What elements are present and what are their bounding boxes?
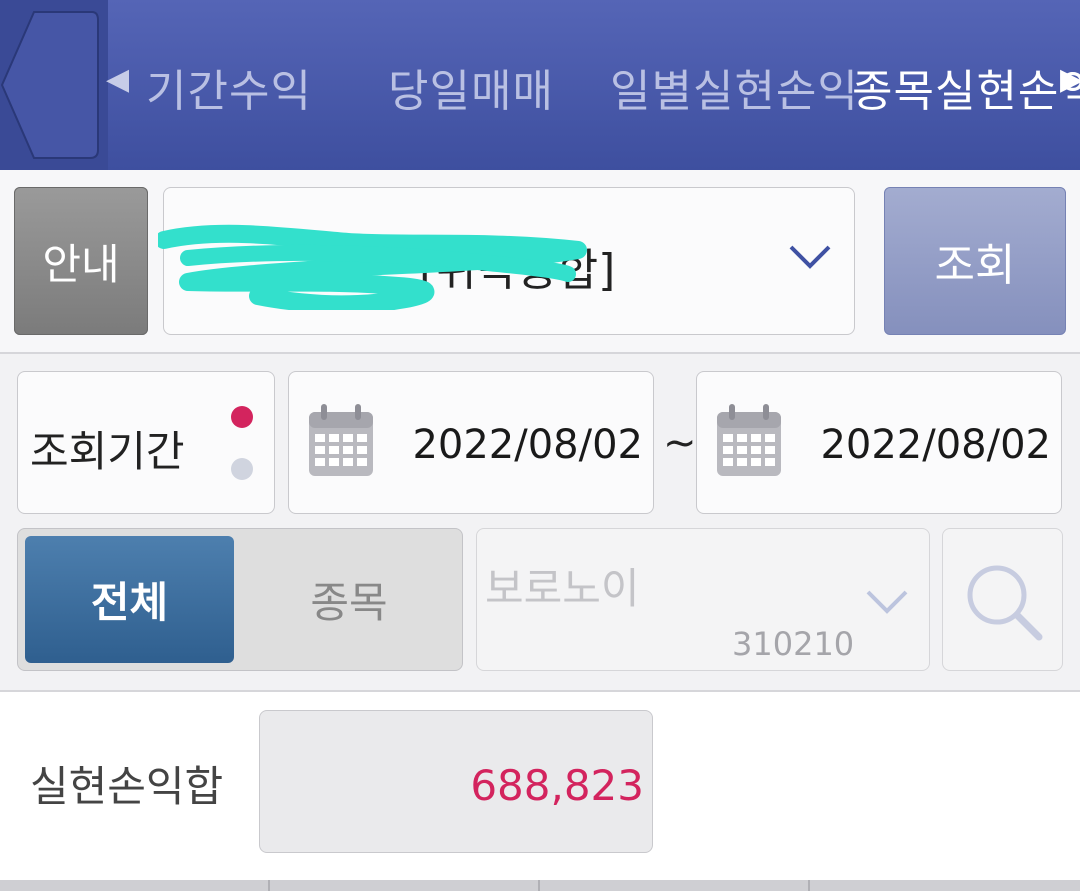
stock-dropdown[interactable]: 보로노이 310210 [476, 528, 930, 671]
column-divider [538, 880, 540, 891]
date-range-separator: ~ [663, 420, 697, 466]
end-date-field[interactable]: 2022/08/02 [696, 371, 1062, 514]
segment-stock-button[interactable]: 종목 [244, 536, 454, 663]
summary-value-box: 688,823 [259, 710, 653, 853]
stock-name: 보로노이 [485, 564, 640, 613]
tab-bar: ◀ 기간수익 당일매매 일별실현손익 종목실현손익 ▶ [0, 0, 1080, 170]
tab-daily-realized-pnl[interactable]: 일별실현손익 [610, 55, 859, 119]
period-label: 조회기간 [30, 427, 185, 476]
start-date-value: 2022/08/02 [412, 422, 643, 468]
redaction-scribble [158, 224, 587, 310]
calendar-icon [717, 404, 781, 476]
tab-period-profit[interactable]: 기간수익 [146, 55, 312, 119]
search-icon [967, 565, 1043, 641]
start-date-field[interactable]: 2022/08/02 [288, 371, 654, 514]
list-header-strip [0, 880, 1080, 891]
column-divider [268, 880, 270, 891]
account-dropdown[interactable]: [위탁종합] [158, 187, 855, 335]
back-arrow-icon [0, 11, 99, 159]
scope-segmented-control: 전체 종목 [17, 528, 463, 671]
tab-daily-trading[interactable]: 당일매매 [388, 55, 554, 119]
tabs-scroll-right-icon[interactable]: ▶ [1060, 62, 1080, 97]
query-button[interactable]: 조회 [884, 187, 1066, 335]
info-button[interactable]: 안내 [14, 187, 148, 335]
summary-label: 실현손익합 [30, 762, 224, 811]
tabs-scroll-left-icon[interactable]: ◀ [106, 62, 129, 97]
stock-code: 310210 [732, 625, 855, 663]
period-option-dot-inactive[interactable] [231, 458, 253, 480]
chevron-down-icon [789, 245, 831, 269]
stock-search-button[interactable] [942, 528, 1063, 671]
segment-all-button[interactable]: 전체 [25, 536, 234, 663]
chevron-down-icon [866, 590, 908, 614]
back-tab-button[interactable] [0, 0, 108, 170]
column-divider [808, 880, 810, 891]
period-option-dot-active[interactable] [231, 406, 253, 428]
end-date-value: 2022/08/02 [820, 422, 1051, 468]
summary-value: 688,823 [470, 761, 644, 810]
tab-stock-realized-pnl[interactable]: 종목실현손익 [852, 55, 1080, 119]
period-type-selector[interactable]: 조회기간 [17, 371, 275, 514]
calendar-icon [309, 404, 373, 476]
